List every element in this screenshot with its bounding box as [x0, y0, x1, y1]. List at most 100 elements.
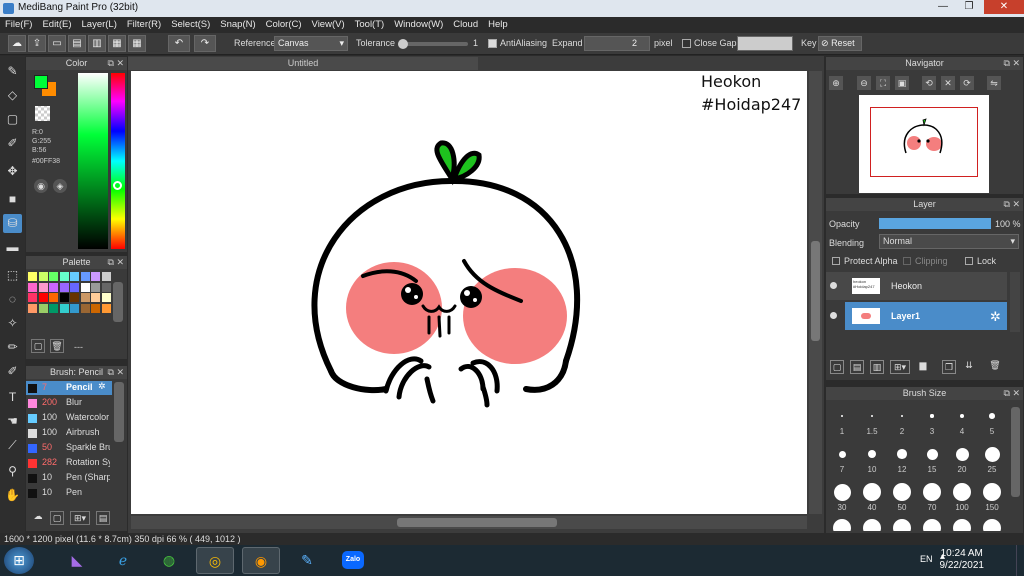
palette-swatch[interactable]	[49, 293, 58, 302]
navigator-preview[interactable]	[859, 95, 989, 193]
palette-swatch[interactable]	[49, 272, 58, 281]
brush-size-scrollbar[interactable]	[1011, 407, 1020, 497]
drawing-canvas[interactable]: Heokon #Hoidap247	[131, 71, 807, 514]
brush-size-option[interactable]: 12	[890, 443, 914, 474]
zoom-out-icon[interactable]: ⊖	[857, 76, 871, 90]
menu-color[interactable]: Color(C)	[261, 17, 307, 33]
show-desktop-button[interactable]	[1016, 545, 1024, 576]
palette-swatch[interactable]	[28, 293, 37, 302]
brush-scrollbar[interactable]	[114, 382, 124, 442]
blending-select[interactable]: Normal ▾	[879, 234, 1019, 249]
hue-slider-handle[interactable]	[113, 181, 122, 190]
palette-swatch[interactable]	[91, 282, 100, 292]
palette-swatch[interactable]	[101, 272, 111, 281]
brush-size-option[interactable]: 100	[950, 481, 974, 512]
palette-swatch[interactable]	[101, 293, 111, 302]
layer-row-selected[interactable]: Layer1 ✲	[826, 302, 1007, 330]
panel-close-icon[interactable]: ⧉ ✕	[1004, 387, 1020, 400]
menu-layer[interactable]: Layer(L)	[77, 17, 122, 33]
menu-cloud[interactable]: Cloud	[448, 17, 483, 33]
palette-swatch[interactable]	[59, 303, 69, 313]
undo-icon[interactable]: ↶	[168, 35, 190, 52]
palette-swatch[interactable]	[70, 272, 79, 281]
add-brush-icon[interactable]: ⊞▾	[70, 511, 90, 525]
panel-close-icon[interactable]: ⧉ ✕	[1004, 198, 1020, 211]
brush-item[interactable]: 10 Pen	[26, 486, 112, 500]
brush-settings-gear-icon[interactable]: ✲	[98, 381, 106, 392]
close-button[interactable]: ✕	[984, 0, 1024, 14]
brush-size-option[interactable]	[950, 519, 974, 531]
palette-swatch[interactable]	[49, 303, 58, 313]
visual-studio-icon[interactable]: ◣	[58, 547, 96, 574]
brush-size-option[interactable]: 40	[860, 481, 884, 512]
fit-screen-icon[interactable]: ⛶	[876, 76, 890, 90]
palette-swatch[interactable]	[80, 282, 90, 292]
duplicate-layer-icon[interactable]: ❐	[942, 360, 956, 374]
lock-checkbox[interactable]	[965, 257, 973, 265]
actual-size-icon[interactable]: ▣	[895, 76, 909, 90]
brush-size-option[interactable]: 4	[950, 405, 974, 436]
color-picker-icon[interactable]: ◈	[53, 179, 67, 193]
visibility-eye-icon[interactable]	[830, 312, 837, 319]
brush-size-option[interactable]	[860, 519, 884, 531]
rotate-right-icon[interactable]: ⟳	[960, 76, 974, 90]
vertical-scroll-thumb[interactable]	[811, 241, 820, 341]
brush-size-option[interactable]: 50	[890, 481, 914, 512]
hand-tool-icon[interactable]: ✋	[3, 486, 22, 505]
rectangle-tool-icon[interactable]: ▢	[3, 110, 22, 129]
menu-tool[interactable]: Tool(T)	[350, 17, 390, 33]
minimize-button[interactable]: —	[930, 0, 956, 14]
gradient-tool-icon[interactable]: ▬	[3, 238, 22, 257]
menu-file[interactable]: File(F)	[0, 17, 37, 33]
close-gaps-slider[interactable]	[737, 36, 793, 51]
note-icon[interactable]: ▤	[68, 35, 86, 52]
brush-size-option[interactable]: 30	[830, 481, 854, 512]
layer-row[interactable]: heokon #Hoidap247 Heokon	[826, 272, 1007, 300]
brush-settings-icon[interactable]: ▤	[96, 511, 110, 525]
cloud-brush-icon[interactable]: ☁	[31, 511, 45, 525]
menu-help[interactable]: Help	[483, 17, 513, 33]
palette-swatch[interactable]	[101, 303, 111, 313]
palette-swatch[interactable]	[91, 303, 100, 313]
lasso-tool-icon[interactable]: ◌	[3, 290, 22, 309]
chrome-icon[interactable]: ◎	[196, 547, 234, 574]
brush-size-option[interactable]	[890, 519, 914, 531]
panel-close-icon[interactable]: ⧉ ✕	[1004, 57, 1020, 70]
eraser-tool-icon[interactable]: ◇	[3, 86, 22, 105]
menu-filter[interactable]: Filter(R)	[122, 17, 166, 33]
color-brightness-field[interactable]	[78, 73, 108, 249]
delete-palette-icon[interactable]: 🗑	[50, 339, 64, 353]
palette-swatch[interactable]	[70, 293, 79, 302]
tolerance-slider-handle[interactable]	[398, 39, 408, 49]
divide-tool-icon[interactable]: ⟋	[3, 436, 22, 455]
brush-item[interactable]: 282 Rotation Symmetry	[26, 456, 112, 470]
brush-item[interactable]: 100 Watercolor	[26, 411, 112, 425]
palette-swatch[interactable]	[70, 282, 79, 292]
brush-size-option[interactable]: 15	[920, 443, 944, 474]
brush-item[interactable]: 50 Sparkle Brush	[26, 441, 112, 455]
select-eraser-icon[interactable]: ✐	[3, 362, 22, 381]
palette-swatch[interactable]	[91, 293, 100, 302]
new-halftone-layer-icon[interactable]: ▤	[850, 360, 864, 374]
internet-explorer-icon[interactable]: ℯ	[104, 547, 142, 574]
panel-close-icon[interactable]: ⧉ ✕	[108, 366, 124, 379]
palette-swatch[interactable]	[59, 293, 69, 302]
app-icon[interactable]: ◍	[150, 547, 188, 574]
magic-wand-icon[interactable]: ✧	[3, 314, 22, 333]
maximize-button[interactable]: ❐	[956, 0, 982, 14]
menu-edit[interactable]: Edit(E)	[37, 17, 76, 33]
panel-close-icon[interactable]: ⧉ ✕	[108, 57, 124, 70]
add-layer-menu-icon[interactable]: ⊞▾	[890, 360, 910, 374]
rotate-left-icon[interactable]: ⟲	[922, 76, 936, 90]
zalo-icon[interactable]: Zalo	[334, 547, 372, 574]
layer-settings-gear-icon[interactable]: ✲	[990, 309, 1001, 325]
move-tool-icon[interactable]: ✥	[3, 162, 22, 181]
brush-size-option[interactable]: 20	[950, 443, 974, 474]
palette-swatch[interactable]	[80, 303, 90, 313]
visibility-eye-icon[interactable]	[830, 282, 837, 289]
menu-select[interactable]: Select(S)	[166, 17, 215, 33]
palette-swatch[interactable]	[91, 272, 100, 281]
reset-view-icon[interactable]: ✕	[941, 76, 955, 90]
transparent-color-swatch[interactable]	[35, 106, 50, 121]
brush-size-option[interactable]: 1.5	[860, 405, 884, 436]
